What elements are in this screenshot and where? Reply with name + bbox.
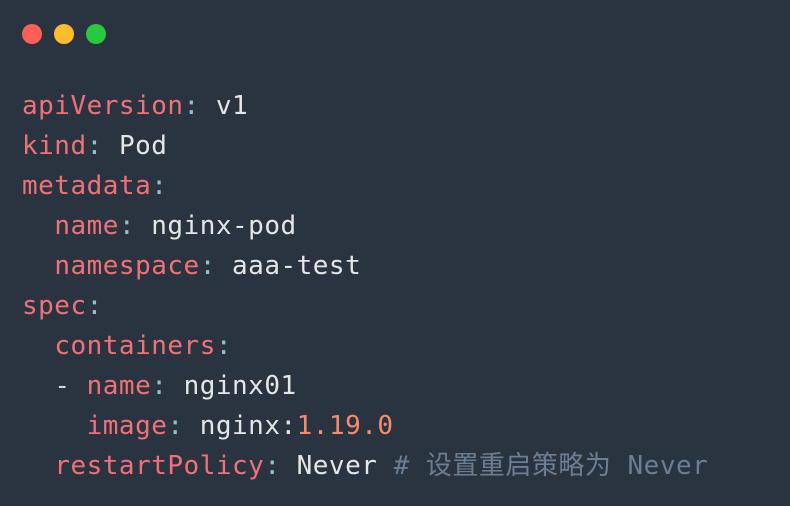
yaml-value: nginx01 bbox=[184, 371, 297, 401]
yaml-key: image bbox=[87, 411, 168, 441]
code-line: spec: bbox=[22, 286, 768, 326]
code-line: image: nginx:1.19.0 bbox=[22, 406, 768, 446]
yaml-value: Pod bbox=[119, 131, 167, 161]
yaml-value-image-version: 1.19.0 bbox=[297, 411, 394, 441]
code-window: apiVersion: v1kind: Podmetadata: name: n… bbox=[0, 0, 790, 506]
yaml-key: containers bbox=[54, 331, 216, 361]
yaml-value: aaa-test bbox=[232, 251, 361, 281]
yaml-key: spec bbox=[22, 291, 87, 321]
code-line: metadata: bbox=[22, 166, 768, 206]
code-line: namespace: aaa-test bbox=[22, 246, 768, 286]
code-block: apiVersion: v1kind: Podmetadata: name: n… bbox=[0, 56, 790, 486]
yaml-key: restartPolicy bbox=[54, 451, 264, 481]
yaml-key: name bbox=[54, 211, 119, 241]
code-line: apiVersion: v1 bbox=[22, 86, 768, 126]
close-dot-icon[interactable] bbox=[22, 24, 42, 44]
code-line: - name: nginx01 bbox=[22, 366, 768, 406]
yaml-key: apiVersion bbox=[22, 91, 184, 121]
yaml-value: nginx-pod bbox=[151, 211, 296, 241]
yaml-comment: # 设置重启策略为 Never bbox=[394, 451, 709, 481]
code-line: name: nginx-pod bbox=[22, 206, 768, 246]
code-line: restartPolicy: Never # 设置重启策略为 Never bbox=[22, 446, 768, 486]
yaml-value-image-name: nginx: bbox=[200, 411, 297, 441]
minimize-dot-icon[interactable] bbox=[54, 24, 74, 44]
yaml-key: metadata bbox=[22, 171, 151, 201]
code-line: containers: bbox=[22, 326, 768, 366]
yaml-key: namespace bbox=[54, 251, 199, 281]
yaml-key: name bbox=[87, 371, 152, 401]
zoom-dot-icon[interactable] bbox=[86, 24, 106, 44]
code-line: kind: Pod bbox=[22, 126, 768, 166]
yaml-key: kind bbox=[22, 131, 87, 161]
window-titlebar bbox=[0, 0, 790, 56]
yaml-value: Never bbox=[297, 451, 378, 481]
yaml-value: v1 bbox=[216, 91, 248, 121]
